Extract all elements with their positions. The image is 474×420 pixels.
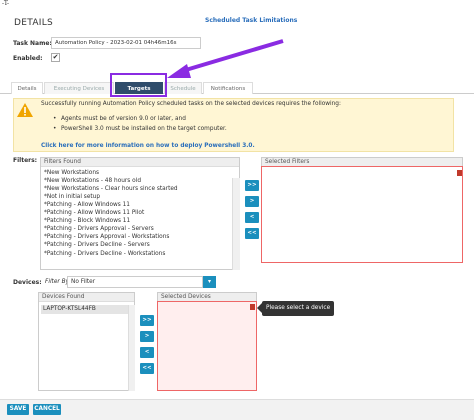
warning-icon: [17, 103, 33, 117]
warning-bullet: Agents must be of version 9.0 or later, …: [53, 116, 186, 122]
tab-schedule[interactable]: Schedule: [164, 82, 202, 94]
filters-scrollbar[interactable]: [232, 178, 240, 270]
selected-devices-header-bar: Selected Devices: [157, 292, 257, 302]
enabled-checkbox[interactable]: ✔: [51, 53, 60, 62]
powershell-info-link[interactable]: Click here for more information on how t…: [41, 143, 255, 149]
enabled-label: Enabled:: [13, 55, 43, 62]
filters-found-header: Filters Found: [41, 158, 239, 167]
list-item[interactable]: *Patching - Drivers Decline - Workstatio…: [44, 251, 165, 257]
scheduled-task-limitations-link[interactable]: Scheduled Task Limitations: [205, 17, 297, 24]
list-item[interactable]: *Patching - Drivers Decline - Servers: [44, 242, 150, 248]
tab-details[interactable]: Details: [11, 82, 43, 94]
filters-label: Filters:: [13, 157, 38, 164]
list-item[interactable]: *New Workstations - 48 hours old: [44, 178, 141, 184]
list-item[interactable]: *New Workstations: [44, 170, 99, 176]
add-filter-button[interactable]: >: [245, 196, 259, 207]
chevron-down-icon[interactable]: ▾: [203, 276, 216, 288]
cancel-button[interactable]: CANCEL: [33, 404, 61, 415]
task-name-label: Task Name:: [13, 40, 52, 47]
footer-bar: [0, 399, 474, 420]
remove-device-button[interactable]: <: [140, 347, 154, 358]
page-title: DETAILS: [14, 18, 54, 28]
list-item[interactable]: *Patching - Allow Windows 11: [44, 202, 130, 208]
selected-devices-list[interactable]: [157, 301, 257, 391]
add-device-button[interactable]: >: [140, 331, 154, 342]
list-item[interactable]: *Not in initial setup: [44, 194, 100, 200]
save-button[interactable]: SAVE: [7, 404, 29, 415]
devices-label: Devices:: [13, 279, 42, 286]
annotation-arrow-icon: [167, 39, 284, 78]
selected-filters-header-bar: Selected Filters: [261, 157, 463, 167]
trash-icon[interactable]: [250, 304, 255, 310]
remove-all-filters-button[interactable]: <<: [245, 228, 259, 239]
add-all-devices-button[interactable]: >>: [140, 315, 154, 326]
tab-executing-devices[interactable]: Executing Devices: [44, 82, 114, 94]
list-item[interactable]: *Patching - Drivers Approval - Servers: [44, 226, 154, 232]
corner-mark: -T-: [2, 0, 10, 7]
list-item[interactable]: *Patching - Allow Windows 11 Pilot: [44, 210, 144, 216]
list-item[interactable]: *Patching - Block Windows 11: [44, 218, 130, 224]
tab-notifications[interactable]: Notifications: [203, 82, 253, 94]
devices-scrollbar[interactable]: [128, 305, 135, 391]
device-tooltip: Please select a device: [262, 301, 335, 316]
device-filter-select[interactable]: No Filter: [67, 276, 203, 288]
list-item[interactable]: *New Workstations - Clear hours since st…: [44, 186, 178, 192]
trash-icon[interactable]: [457, 170, 462, 176]
list-item[interactable]: LAPTOP-KTSL44FB: [41, 305, 129, 314]
remove-all-devices-button[interactable]: <<: [140, 363, 154, 374]
selected-filters-list[interactable]: [261, 166, 463, 263]
targets-highlight-box: [110, 73, 167, 97]
warning-bullet: PowerShell 3.0 must be installed on the …: [53, 126, 227, 132]
remove-filter-button[interactable]: <: [245, 212, 259, 223]
warning-intro: Successfully running Automation Policy s…: [41, 101, 341, 107]
devices-found-header: Devices Found: [39, 293, 134, 302]
list-item[interactable]: *Patching - Drivers Approval - Workstati…: [44, 234, 169, 240]
add-all-filters-button[interactable]: >>: [245, 180, 259, 191]
